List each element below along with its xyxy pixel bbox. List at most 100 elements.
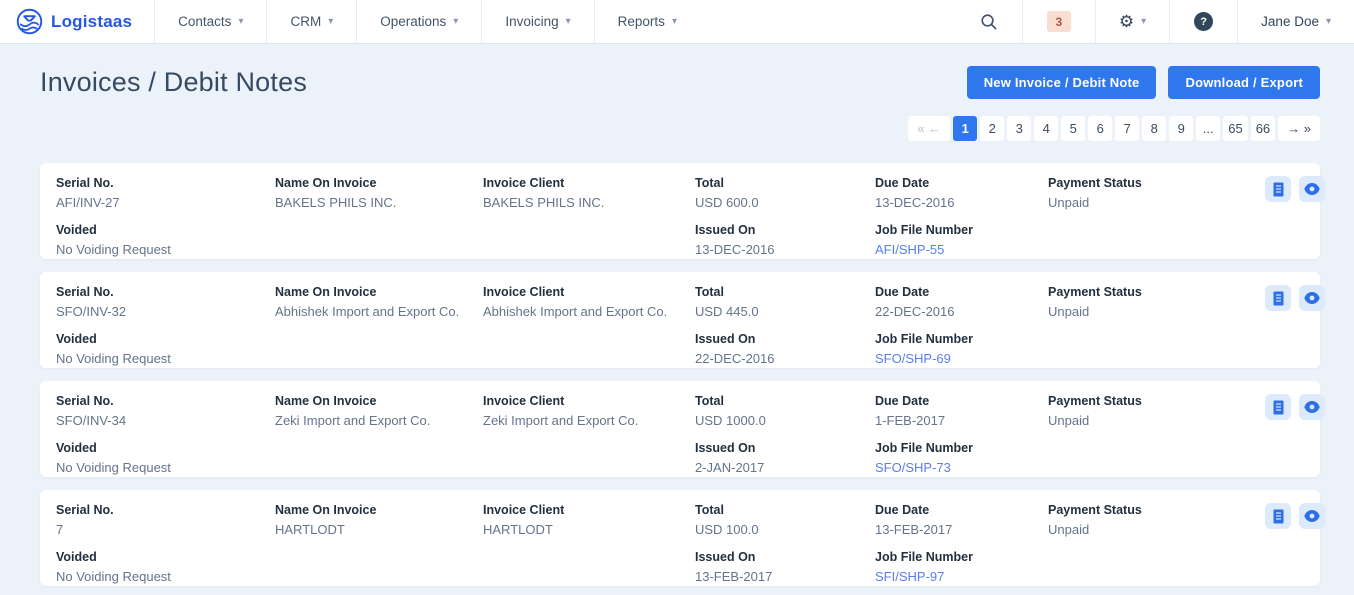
serial-label: Serial No. — [56, 503, 114, 517]
voided-label: Voided — [56, 332, 97, 347]
settings-menu[interactable]: ⚙ ▾ — [1096, 0, 1169, 43]
invoice-client-value: BAKELS PHILS INC. — [483, 195, 605, 210]
pagination-ellipsis[interactable]: ... — [1196, 116, 1221, 141]
status-column: Payment Status Unpaid — [1048, 285, 1265, 368]
status-column: Payment Status Unpaid — [1048, 503, 1265, 586]
receipt-button[interactable] — [1265, 394, 1291, 420]
eye-icon — [1304, 183, 1320, 195]
pagination-page-6[interactable]: 6 — [1088, 116, 1113, 141]
serial-value: 7 — [56, 522, 64, 537]
nav-item-reports[interactable]: Reports ▾ — [595, 0, 700, 43]
nav-item-label: Contacts — [178, 14, 232, 29]
invoice-client-value: HARTLODT — [483, 522, 553, 537]
eye-icon — [1304, 401, 1320, 413]
nav-item-operations[interactable]: Operations ▾ — [357, 0, 481, 43]
brand-logo[interactable]: Logistaas — [0, 0, 154, 43]
help-button[interactable]: ? — [1194, 12, 1214, 31]
pagination-page-66[interactable]: 66 — [1250, 116, 1276, 141]
name-column: Name On Invoice Zeki Import and Export C… — [275, 394, 483, 477]
total-value: USD 1000.0 — [695, 413, 766, 428]
pagination-page-8[interactable]: 8 — [1142, 116, 1167, 141]
new-invoice-button[interactable]: New Invoice / Debit Note — [966, 66, 1157, 99]
download-export-button[interactable]: Download / Export — [1168, 66, 1320, 99]
name-column: Name On Invoice HARTLODT — [275, 503, 483, 586]
job-file-link[interactable]: SFO/SHP-73 — [875, 460, 1048, 476]
invoice-client-label: Invoice Client — [483, 503, 565, 517]
notification-badge[interactable]: 3 — [1046, 11, 1071, 32]
view-button[interactable] — [1299, 394, 1325, 420]
view-button[interactable] — [1299, 176, 1325, 202]
voided-label: Voided — [56, 550, 97, 565]
payment-status-value: Unpaid — [1048, 304, 1090, 319]
pagination-next[interactable]: → » — [1278, 116, 1320, 141]
pagination-page-5[interactable]: 5 — [1061, 116, 1086, 141]
total-value: USD 445.0 — [695, 304, 759, 319]
receipt-icon — [1273, 509, 1283, 523]
due-column: Due Date 13-DEC-2016 Job File Number AFI… — [875, 176, 1048, 259]
job-file-link[interactable]: SFI/SHP-97 — [875, 569, 1048, 585]
receipt-button[interactable] — [1265, 503, 1291, 529]
pagination-prev[interactable]: « ← — [908, 116, 951, 141]
total-column: Total USD 1000.0 Issued On 2-JAN-2017 — [695, 394, 875, 477]
pagination-page-4[interactable]: 4 — [1034, 116, 1059, 141]
user-name: Jane Doe — [1261, 14, 1319, 29]
due-column: Due Date 22-DEC-2016 Job File Number SFO… — [875, 285, 1048, 368]
job-file-link[interactable]: AFI/SHP-55 — [875, 242, 1048, 258]
chevron-down-icon: ▾ — [565, 15, 571, 27]
page-content: Invoices / Debit Notes New Invoice / Deb… — [0, 66, 1354, 586]
view-button[interactable] — [1299, 503, 1325, 529]
total-column: Total USD 445.0 Issued On 22-DEC-2016 — [695, 285, 875, 368]
search-button[interactable] — [955, 0, 1022, 43]
due-date-value: 1-FEB-2017 — [875, 413, 946, 428]
nav-item-invoicing[interactable]: Invoicing ▾ — [482, 0, 593, 43]
due-date-value: 13-DEC-2016 — [875, 195, 955, 210]
eye-icon — [1304, 292, 1320, 304]
total-label: Total — [695, 394, 724, 408]
pagination-page-7[interactable]: 7 — [1115, 116, 1140, 141]
pagination-page-2[interactable]: 2 — [980, 116, 1005, 141]
receipt-button[interactable] — [1265, 285, 1291, 311]
nav-item-crm[interactable]: CRM ▾ — [267, 0, 356, 43]
chevron-down-icon: ▾ — [671, 15, 677, 27]
pagination-page-1[interactable]: 1 — [953, 116, 978, 141]
question-icon: ? — [1200, 15, 1208, 28]
total-value: USD 100.0 — [695, 522, 759, 537]
due-date-value: 13-FEB-2017 — [875, 522, 953, 537]
name-on-invoice-label: Name On Invoice — [275, 394, 377, 408]
total-column: Total USD 100.0 Issued On 13-FEB-2017 — [695, 503, 875, 586]
pagination-page-9[interactable]: 9 — [1169, 116, 1194, 141]
receipt-button[interactable] — [1265, 176, 1291, 202]
name-on-invoice-value: BAKELS PHILS INC. — [275, 195, 397, 210]
name-on-invoice-value: Abhishek Import and Export Co. — [275, 304, 460, 319]
invoice-card: Serial No. SFO/INV-34 Voided No Voiding … — [40, 381, 1325, 477]
payment-status-label: Payment Status — [1048, 394, 1142, 408]
serial-column: Serial No. SFO/INV-32 Voided No Voiding … — [56, 285, 275, 368]
serial-label: Serial No. — [56, 285, 114, 299]
card-actions — [1265, 394, 1325, 477]
divider — [1169, 0, 1171, 43]
serial-column: Serial No. AFI/INV-27 Voided No Voiding … — [56, 176, 275, 259]
page-header: Invoices / Debit Notes New Invoice / Deb… — [40, 66, 1320, 99]
status-column: Payment Status Unpaid — [1048, 176, 1265, 259]
total-value: USD 600.0 — [695, 195, 759, 210]
payment-status-value: Unpaid — [1048, 195, 1090, 210]
nav-item-contacts[interactable]: Contacts ▾ — [155, 0, 266, 43]
pagination-page-3[interactable]: 3 — [1007, 116, 1032, 141]
due-column: Due Date 13-FEB-2017 Job File Number SFI… — [875, 503, 1048, 586]
card-actions — [1265, 503, 1325, 586]
client-column: Invoice Client Abhishek Import and Expor… — [483, 285, 695, 368]
name-column: Name On Invoice Abhishek Import and Expo… — [275, 285, 483, 368]
logistaas-logo-icon — [16, 8, 43, 35]
job-file-link[interactable]: SFO/SHP-69 — [875, 351, 1048, 367]
voided-value: No Voiding Request — [56, 242, 171, 258]
total-label: Total — [695, 503, 724, 517]
user-menu[interactable]: Jane Doe ▾ — [1238, 0, 1354, 43]
view-button[interactable] — [1299, 285, 1325, 311]
serial-column: Serial No. 7 Voided No Voiding Request — [56, 503, 275, 586]
payment-status-value: Unpaid — [1048, 413, 1090, 428]
pagination-page-65[interactable]: 65 — [1223, 116, 1248, 141]
payment-status-label: Payment Status — [1048, 176, 1142, 190]
nav-item-label: Operations — [380, 14, 447, 29]
invoice-list: Serial No. AFI/INV-27 Voided No Voiding … — [40, 163, 1325, 586]
header-actions: New Invoice / Debit Note Download / Expo… — [966, 66, 1320, 99]
